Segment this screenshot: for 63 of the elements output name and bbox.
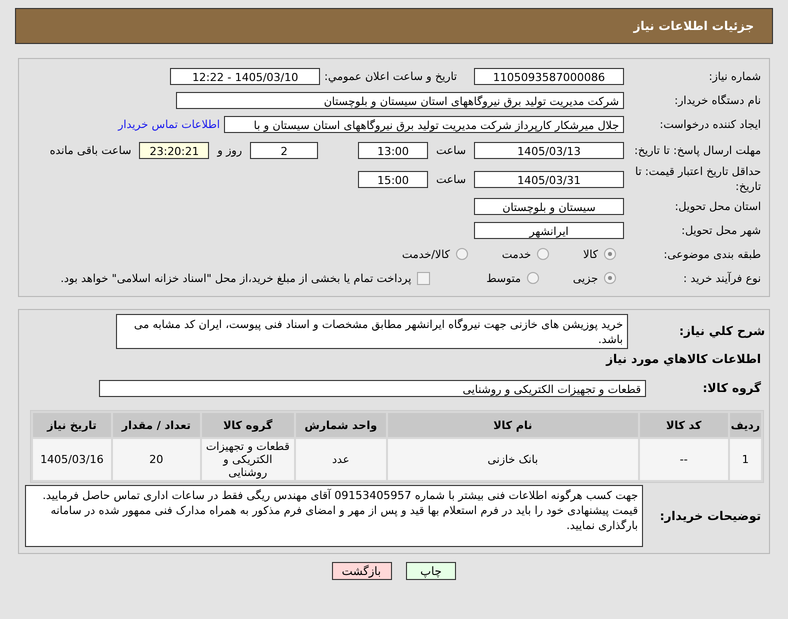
field-label: شهر محل تحویل: — [680, 222, 762, 238]
radio-button[interactable] — [604, 248, 616, 260]
column-header: نام کالا — [388, 413, 638, 437]
radio-button[interactable] — [456, 248, 468, 260]
table-cell: 20 — [112, 439, 200, 480]
value-field: 1105093587000086 — [474, 68, 624, 84]
label-text: ساعت — [435, 144, 467, 156]
radio-button[interactable] — [537, 248, 550, 260]
table-cell: بانک خازنی — [388, 439, 638, 480]
value-field: 1405/03/13 — [474, 142, 624, 158]
label-text: متوسط — [486, 272, 521, 284]
field-label: شرح کلي نياز: — [678, 324, 766, 339]
section-heading: اطلاعات کالاهاي مورد نياز — [604, 351, 762, 366]
print-button[interactable]: چاپ — [406, 562, 456, 580]
value-field: 15:00 — [358, 170, 428, 188]
field-label: مهلت ارسال پاسخ: تا تاریخ: — [633, 142, 762, 158]
table-cell: 1405/03/16 — [33, 439, 111, 480]
label-text: کالا — [583, 248, 598, 260]
field-label: نوع فرآیند خرید : — [682, 270, 762, 286]
field-label: نام دستگاه خریدار: — [673, 92, 762, 108]
label-text: روز و — [216, 144, 244, 156]
value-field: 1405/03/31 — [474, 170, 624, 188]
label-text: کالا/خدمت — [402, 248, 450, 260]
checkbox[interactable] — [417, 272, 430, 284]
label-text: ساعت — [435, 172, 467, 186]
table-cell: 1 — [730, 439, 761, 480]
label-text: تاریخ و ساعت اعلان عمومي: — [324, 70, 457, 82]
back-button[interactable]: بازگشت — [332, 562, 392, 580]
field-label: توضیحات خریدار: — [658, 508, 762, 524]
value-field: قطعات و تجهیزات الکتریکی و روشنایی — [99, 380, 646, 396]
column-header: تعداد / مقدار — [112, 413, 200, 437]
value-field: ایرانشهر — [474, 222, 624, 238]
table-cell: -- — [640, 439, 728, 480]
value-field: شرکت مدیریت تولید برق نیروگاههای استان سیستان و بلوچستان — [176, 92, 624, 108]
page-title: جزئیات اطلاعات نیاز — [15, 8, 773, 44]
value-field: 13:00 — [358, 142, 428, 158]
table-cell: قطعات و تجهیزات الکتریکی و روشنایی — [202, 439, 294, 480]
radio-button[interactable] — [604, 272, 616, 284]
column-header: گروه کالا — [202, 413, 294, 437]
field-label: طبقه بندی موضوعی: — [662, 246, 762, 262]
notes-field: جهت کسب هرگونه اطلاعات فنی بیشتر با شماره 09153405957 آقای مهندس ریگی فقط در ساعات اداری تماس حاصل فرمایید. قیمت پیشنهادی خود را باید در فرم استعلام بها قید و پس از مهر و امضای فرم مذکور به همراه مدارک فنی ممهور شده در سامانه بارگذاری نمایید. — [25, 485, 643, 547]
column-header: تاریخ نیاز — [33, 413, 111, 437]
field-label: ایجاد کننده درخواست: — [658, 116, 762, 132]
table-cell: عدد — [296, 439, 386, 480]
column-header: واحد شمارش — [296, 413, 386, 437]
value-field: جلال میرشکار کارپرداز شرکت مدیریت تولید برق نیروگاههای استان سیستان و با — [224, 116, 624, 132]
contact-link[interactable]: اطلاعات تماس خریدار — [118, 118, 220, 130]
column-header: کد کالا — [640, 413, 728, 437]
value-field: 2 — [250, 142, 318, 158]
radio-button[interactable] — [526, 272, 539, 284]
label-text: پرداخت تمام یا بخشی از مبلغ خرید،از محل "اسناد خزانه اسلامی" خواهد بود. — [60, 272, 412, 284]
label-text: ساعت باقی مانده — [48, 144, 132, 156]
field-label: استان محل تحویل: — [674, 198, 762, 214]
value-field: 23:20:21 — [139, 142, 210, 158]
field-label: حداقل تاریخ اعتبار قیمت: تا تاریخ: — [634, 164, 762, 194]
column-header: ردیف — [730, 413, 761, 437]
label-text: جزیی — [572, 272, 598, 284]
value-field: سیستان و بلوچستان — [474, 198, 624, 214]
description-field: خرید پوزیشن های خازنی جهت نیروگاه ایرانشهر مطابق مشخصات و اسناد فنی پیوست، ایران کد مشابه می باشد. — [116, 314, 628, 349]
field-label: شماره نیاز: — [708, 68, 762, 84]
value-field: 1405/03/10 - 12:22 — [170, 68, 320, 84]
field-label: گروه کالا: — [702, 380, 762, 396]
label-text: خدمت — [502, 248, 532, 260]
